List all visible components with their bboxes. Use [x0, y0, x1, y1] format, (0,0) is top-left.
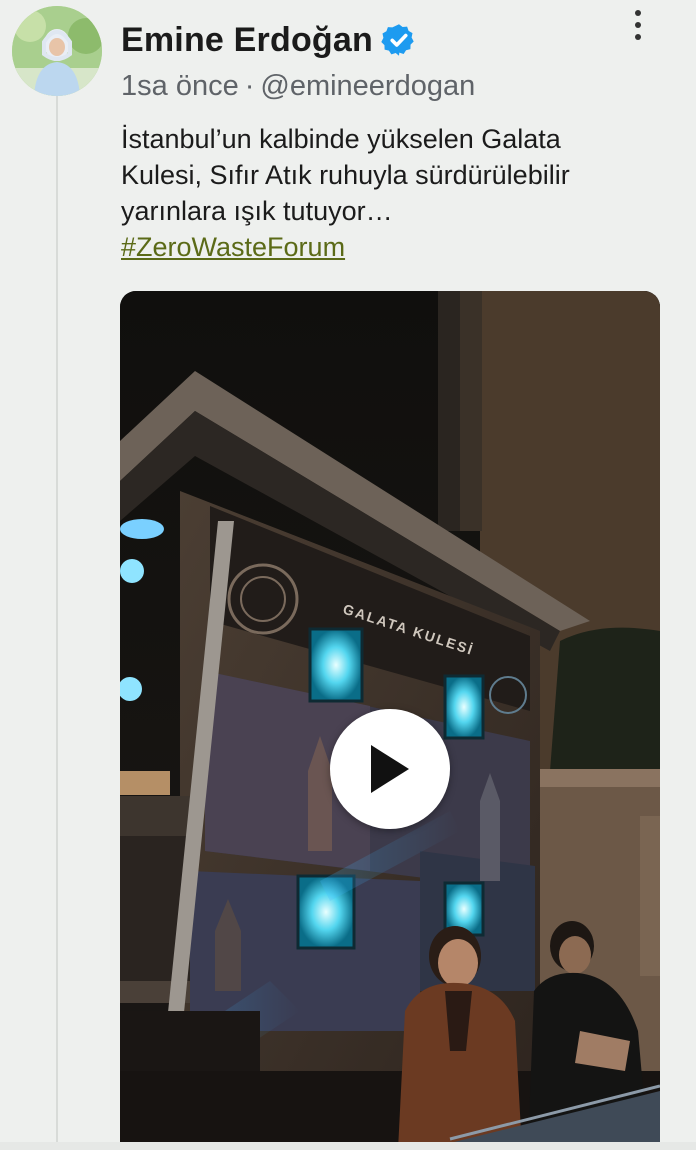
meta-separator: ·: [244, 70, 255, 102]
post-text-line: İstanbul’un kalbinde yükselen Galata: [121, 124, 561, 154]
author-row: Emine Erdoğan: [121, 18, 417, 62]
post-time: 1sa önce: [121, 70, 239, 102]
bottom-divider: [0, 1142, 696, 1150]
post-text: İstanbul’un kalbinde yükselen Galata Kul…: [121, 121, 661, 265]
play-icon: [371, 745, 409, 793]
play-button[interactable]: [330, 709, 450, 829]
verified-badge-icon: [381, 24, 414, 56]
author-handle[interactable]: @emineerdogan: [260, 70, 475, 102]
avatar-image: [12, 6, 102, 96]
more-options-icon[interactable]: [624, 8, 652, 42]
avatar[interactable]: [12, 6, 102, 96]
author-name[interactable]: Emine Erdoğan: [121, 21, 373, 60]
hashtag-link[interactable]: #ZeroWasteForum: [121, 229, 345, 265]
post-text-line: Kulesi, Sıfır Atık ruhuyla sürdürülebili…: [121, 160, 570, 190]
video-player[interactable]: GALATA KULESİ: [120, 291, 660, 1150]
post-meta: 1sa önce · @emineerdogan: [121, 70, 475, 103]
post-text-line: yarınlara ışık tutuyor…: [121, 196, 393, 226]
thread-line: [56, 96, 58, 1150]
